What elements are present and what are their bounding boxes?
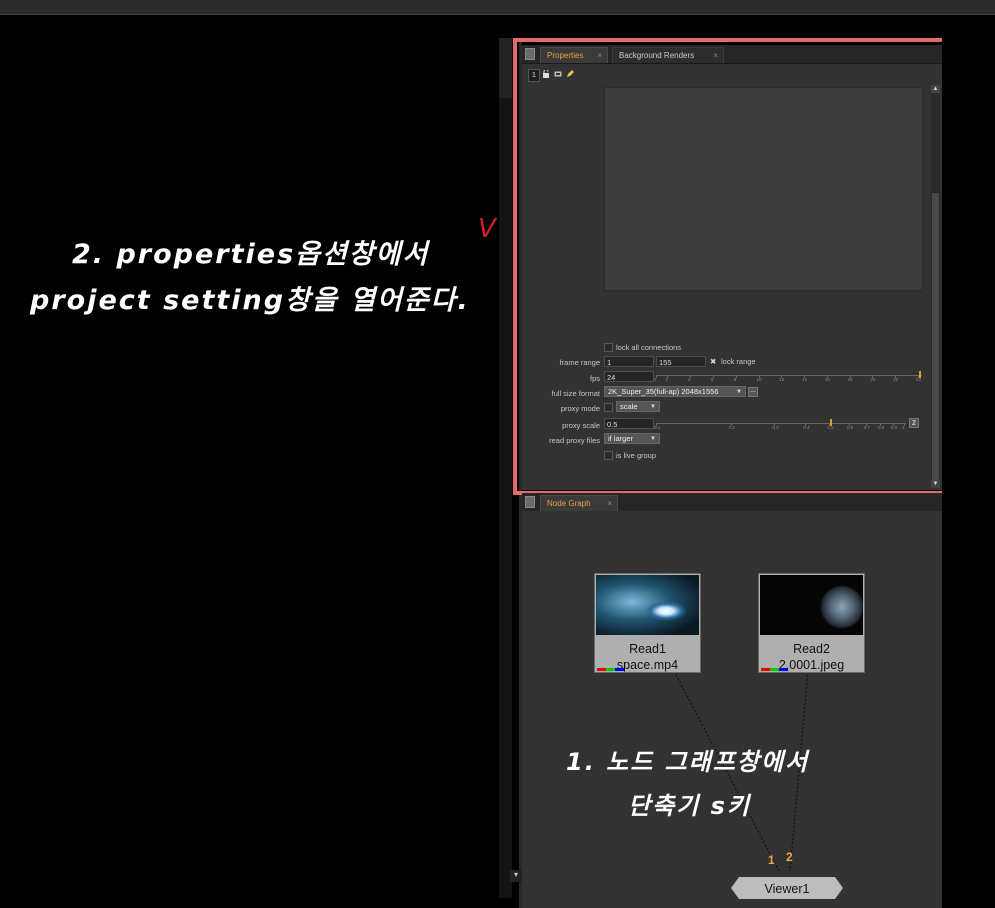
annotation-nodegraph-line2: 단축기 s키 [628,792,751,820]
node-viewer1[interactable]: Viewer1 [731,877,843,899]
channel-blue-icon [615,668,624,671]
node-thumbnail [760,575,863,635]
annotation-nodegraph-line1: 1. 노드 그래프창에서 [566,748,810,776]
annotation-properties-line2: project setting창을 열어준다. [30,285,470,316]
node-thumbnail [596,575,699,635]
channel-red-icon [597,668,606,671]
dropdown-arrow-icon[interactable]: ▾ [510,870,522,882]
node-name: Read2 [793,642,830,656]
left-panel-strip [499,98,512,898]
top-menu-bar [0,0,995,15]
node-read1[interactable]: Read1 space.mp4 [594,573,701,673]
viewer-input-2-label: 2 [786,850,793,864]
node-connections [673,670,809,872]
channel-blue-icon [779,668,788,671]
annotation-properties-line1: 2. properties옵션창에서 [72,239,430,270]
node-name: Read1 [629,642,666,656]
channel-green-icon [770,668,779,671]
node-graph-panel[interactable]: Node Graph × Read1 space.mp4 Read2 2.000… [522,493,942,908]
right-background [942,38,995,908]
viewer-input-1-label: 1 [768,853,775,867]
channel-red-icon [761,668,770,671]
channel-green-icon [606,668,615,671]
check-mark: V [478,214,496,244]
node-read2[interactable]: Read2 2.0001.jpeg [758,573,865,673]
highlight-box [513,38,949,495]
left-toolbar-strip [499,38,512,98]
node-name: Viewer1 [764,882,810,896]
